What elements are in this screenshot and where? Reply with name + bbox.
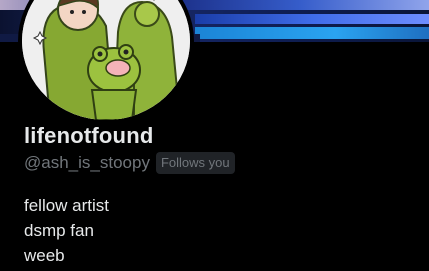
banner-stripe — [195, 14, 429, 24]
profile-header: lifenotfound @ash_is_stoopy Follows you … — [0, 0, 429, 271]
display-name: lifenotfound — [24, 123, 154, 148]
bio-line: weeb — [24, 246, 65, 265]
user-handle[interactable]: @ash_is_stoopy — [24, 152, 150, 174]
bio-line: fellow artist — [24, 196, 110, 215]
banner-stripe — [195, 27, 429, 39]
profile-bio: fellow artist dsmp fan weeb — [24, 193, 109, 268]
avatar-illustration — [22, 0, 190, 120]
profile-avatar[interactable] — [18, 0, 194, 124]
handle-row: @ash_is_stoopy Follows you — [24, 152, 235, 174]
bio-line: dsmp fan — [24, 221, 94, 240]
avatar-image — [22, 0, 190, 120]
profile-names: lifenotfound @ash_is_stoopy Follows you — [24, 123, 235, 174]
follows-you-badge: Follows you — [155, 152, 235, 174]
